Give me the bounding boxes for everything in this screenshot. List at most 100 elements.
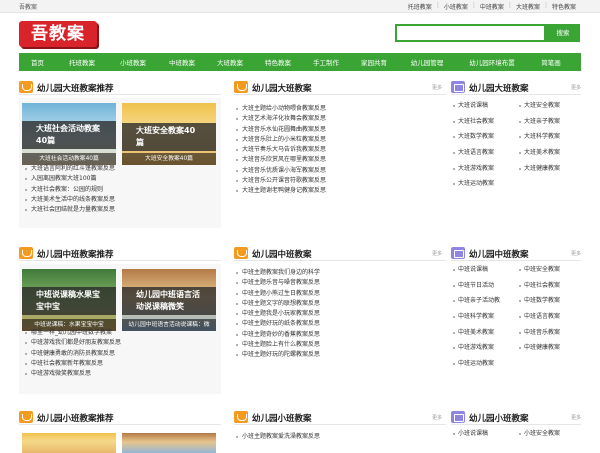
list-item[interactable]: 中班主题小熊过生日教案反思	[235, 289, 445, 299]
daban-middle-list: 大班主题给小动物喂食教案反思 大班艺术海洋化妆舞会教案反思 大班音乐水仙花圆舞曲…	[235, 104, 445, 197]
category-link[interactable]: 中班健康教案	[518, 340, 584, 356]
list-item[interactable]: 中班社会教案新年教案反思	[24, 359, 219, 369]
category-link[interactable]: 中班科学教案	[452, 309, 518, 325]
category-link[interactable]: 中班语言教案	[518, 309, 584, 325]
list-item[interactable]: 大班主题谢老鸭健身记教案反思	[235, 186, 445, 196]
list-item[interactable]: 中班主题教案我们身边的科学	[235, 268, 445, 278]
section-xiaoban: 幼儿园小班教案推荐 幼儿园小班教案 更多 小班主题教案爱洗澡教案反思 幼儿园小班…	[19, 410, 584, 453]
list-item[interactable]: 大班美术生活中的线条教案反思	[24, 195, 219, 205]
list-item[interactable]: 中班主题好玩的陀螺教案反思	[235, 350, 445, 360]
category-link[interactable]: 中班音乐教案	[518, 325, 584, 341]
category-link[interactable]: 中班运动教案	[452, 356, 518, 372]
category-link[interactable]: 中班社会教案	[518, 278, 584, 294]
list-item[interactable]: 大班音乐水仙花圆舞曲教案反思	[235, 125, 445, 135]
more-link[interactable]: 更多	[571, 414, 581, 421]
category-link[interactable]: 大班科学教案	[518, 129, 584, 145]
top-link-daban[interactable]: 大班教案	[516, 2, 540, 11]
list-item[interactable]: 中班主题文字的联想教案反思	[235, 299, 445, 309]
category-link[interactable]: 中班节日活动	[452, 278, 518, 294]
more-link[interactable]: 更多	[571, 84, 581, 91]
more-link[interactable]: 更多	[432, 250, 442, 257]
list-item[interactable]: 中班游戏我们都是好朋友教案反思	[24, 338, 219, 348]
thumb-card[interactable]: 幼儿园中班语言活动说课稿微笑 幼儿园中班语言活动说课稿：微	[122, 269, 216, 331]
list-item[interactable]: 大班社会教案：公园的规则	[24, 185, 219, 195]
top-link-tese[interactable]: 特色教案	[552, 2, 576, 11]
nav-xiaoban[interactable]: 小班教案	[108, 57, 158, 67]
crown-icon	[234, 411, 248, 423]
list-item[interactable]: 大班社会团结就是力量教案反思	[24, 205, 219, 215]
category-link[interactable]: 中班说课稿	[452, 262, 518, 278]
list-item[interactable]: 中班主题好玩的纸条教案反思	[235, 319, 445, 329]
list-item[interactable]: 大班语言阿利的红斗篷教案反思	[24, 164, 219, 174]
category-link[interactable]: 大班说课稿	[452, 98, 518, 114]
top-links: 托班教案 | 小班教案 | 中班教案 | 大班教案 | 特色教案	[407, 2, 576, 11]
category-link[interactable]: 大班美术教案	[518, 145, 584, 161]
category-link[interactable]: 大班亲子教案	[518, 114, 584, 130]
nav-jianbihua[interactable]: 简笔画	[528, 57, 574, 67]
more-link[interactable]: 更多	[571, 250, 581, 257]
zhongban-middle-list: 中班主题教案我们身边的科学 中班主题乐音与噪音教案反思 中班主题小熊过生日教案反…	[235, 268, 445, 361]
category-link[interactable]: 大班运动教案	[452, 176, 518, 192]
list-item[interactable]: 大班音乐公开课音符歌教案反思	[235, 176, 445, 186]
search-input[interactable]	[395, 24, 546, 42]
top-brand[interactable]: 吾教案	[19, 2, 37, 11]
category-link[interactable]: 中班游戏教案	[452, 340, 518, 356]
top-link-toban[interactable]: 托班教案	[408, 2, 432, 11]
thumb-card[interactable]	[122, 433, 216, 453]
nav-shougong[interactable]: 手工制作	[302, 57, 350, 67]
list-item[interactable]: 中班主题脸上有什么教案反思	[235, 340, 445, 350]
nav-zhongban[interactable]: 中班教案	[158, 57, 206, 67]
category-link[interactable]: 大班健康教案	[518, 161, 584, 177]
list-item[interactable]: 大班音乐优质课小海军教案反思	[235, 166, 445, 176]
category-link[interactable]: 小班安全教案	[518, 426, 584, 442]
list-item[interactable]: 大班音乐欣赏风在哪里教案反思	[235, 155, 445, 165]
list-item[interactable]: 中班主题奇妙的香蕉教案反思	[235, 330, 445, 340]
book-icon	[451, 411, 465, 423]
category-link[interactable]: 大班社会教案	[452, 114, 518, 130]
category-link[interactable]: 大班数学教案	[452, 129, 518, 145]
thumb-card[interactable]: 中班说课稿水果宝宝中宝 中班说课稿：水果宝宝中宝	[22, 269, 116, 331]
thumb-card[interactable]: 大班社会活动教案40篇 大班社会活动教案40篇	[22, 103, 116, 165]
category-link[interactable]: 中班美术教案	[452, 325, 518, 341]
list-item[interactable]: 大班音乐肚上的小米粒教案反思	[235, 135, 445, 145]
list-item[interactable]: 中班主题我是小玩家教案反思	[235, 309, 445, 319]
list-item[interactable]: 大班节奏乐大马告诉我教案反思	[235, 145, 445, 155]
list-item[interactable]: 哪里一样_幼儿园中班数学教案	[24, 328, 219, 338]
list-item[interactable]: 大班艺术海洋化妆舞会教案反思	[235, 114, 445, 124]
category-link[interactable]: 中班安全教案	[518, 262, 584, 278]
list-item[interactable]: 中班健康勇敢的消防员教案反思	[24, 349, 219, 359]
category-link[interactable]: 中班亲子活动教	[452, 293, 518, 309]
search-button[interactable]: 搜索	[546, 24, 580, 42]
more-link[interactable]: 更多	[432, 414, 442, 421]
site-logo[interactable]: 吾教案	[19, 21, 97, 47]
xiaoban-middle-list: 小班主题教案爱洗澡教案反思	[235, 432, 445, 442]
more-link[interactable]: 更多	[432, 84, 442, 91]
thumb-card[interactable]	[22, 433, 116, 453]
category-link[interactable]: 大班安全教案	[518, 98, 584, 114]
nav-huanjing[interactable]: 幼儿园环境布置	[456, 57, 528, 67]
nav-home[interactable]: 首页	[19, 57, 56, 67]
list-item[interactable]: 小班主题教案爱洗澡教案反思	[235, 432, 445, 442]
category-link[interactable]: 小班说课稿	[452, 426, 518, 442]
zhongban-recommend-header: 幼儿园中班教案推荐	[19, 246, 221, 261]
list-item[interactable]: 入园离园教案大班100篇	[24, 174, 219, 184]
category-link[interactable]: 大班语言教案	[452, 145, 518, 161]
zhongban-category-grid: 中班说课稿 中班安全教案 中班节日活动 中班社会教案 中班亲子活动教 中班数学教…	[452, 262, 584, 372]
list-item[interactable]: 中班主题乐音与噪音教案反思	[235, 278, 445, 288]
category-link[interactable]: 中班数学教案	[518, 293, 584, 309]
top-link-xiaoban[interactable]: 小班教案	[444, 2, 468, 11]
nav-jiayuan[interactable]: 家园共育	[350, 57, 398, 67]
category-link[interactable]: 大班游戏教案	[452, 161, 518, 177]
xiaoban-category-grid: 小班说课稿 小班安全教案	[452, 426, 584, 442]
nav-daban[interactable]: 大班教案	[206, 57, 254, 67]
thumb-card[interactable]: 大班安全教案40篇 大班安全教案40篇	[122, 103, 216, 165]
nav-guanli[interactable]: 幼儿园管理	[398, 57, 456, 67]
daban-category-grid: 大班说课稿 大班安全教案 大班社会教案 大班亲子教案 大班数学教案 大班科学教案…	[452, 98, 584, 192]
nav-toban[interactable]: 托班教案	[56, 57, 108, 67]
list-item[interactable]: 大班主题给小动物喂食教案反思	[235, 104, 445, 114]
section-title: 幼儿园小班教案推荐	[37, 414, 114, 424]
daban-recommend-list: 大班语言阿利的红斗篷教案反思 入园离园教案大班100篇 大班社会教案：公园的规则…	[24, 164, 219, 215]
list-item[interactable]: 中班游戏微笑教案反思	[24, 369, 219, 379]
top-link-zhongban[interactable]: 中班教案	[480, 2, 504, 11]
nav-tese[interactable]: 特色教案	[254, 57, 302, 67]
